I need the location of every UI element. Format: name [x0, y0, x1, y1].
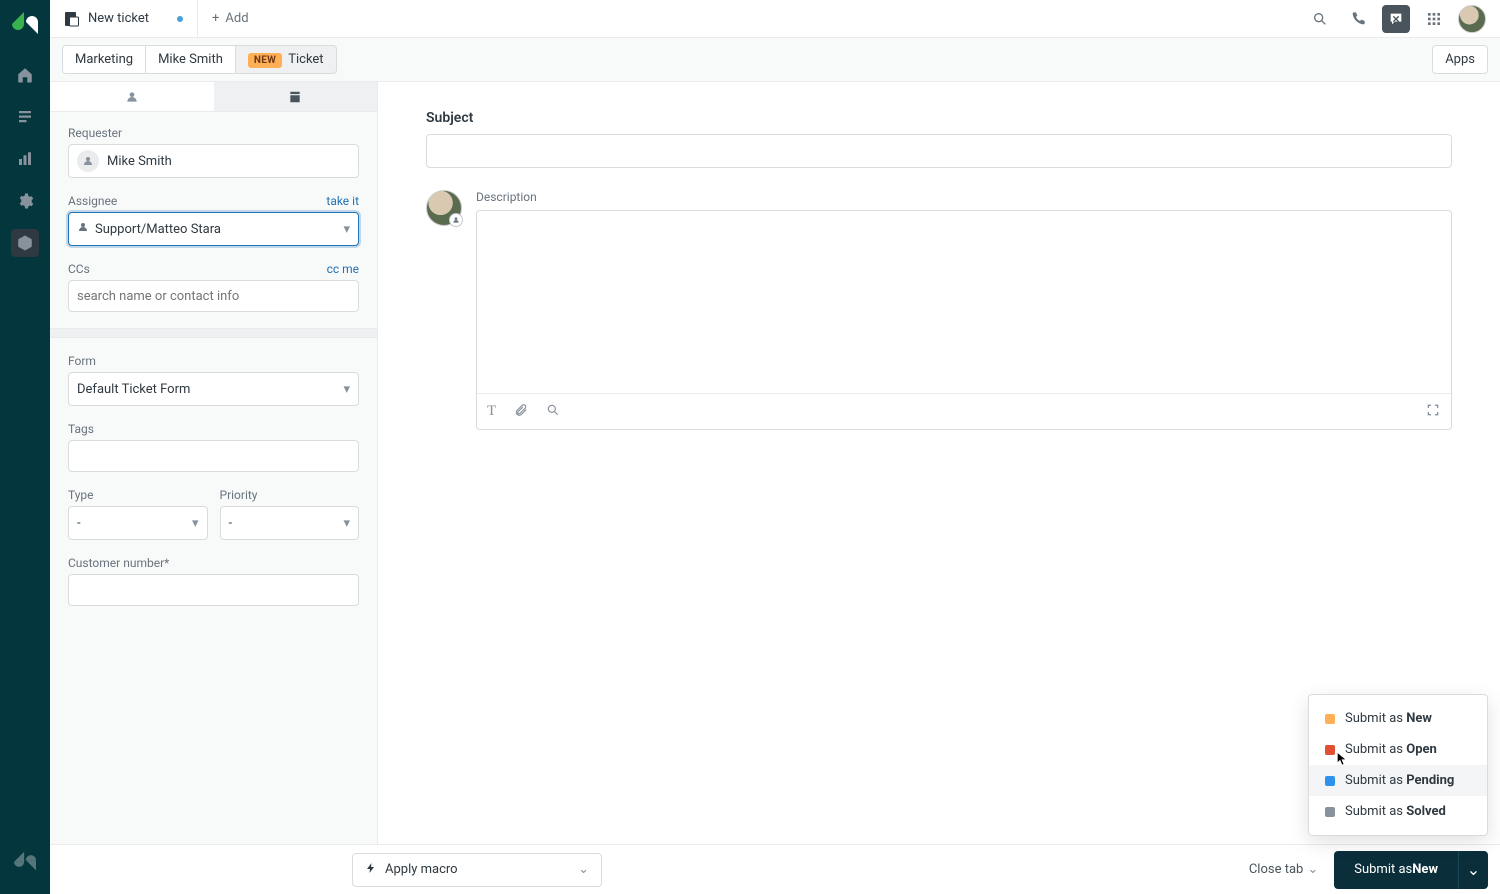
priority-select[interactable]: - ▾	[220, 506, 360, 540]
description-textarea[interactable]	[477, 211, 1451, 393]
add-tab-label: Add	[225, 11, 248, 26]
tags-input[interactable]	[68, 440, 359, 472]
breadcrumb-org[interactable]: Marketing	[62, 45, 146, 74]
chevron-down-icon: ⌄	[1467, 860, 1480, 879]
apps-panel-button[interactable]: Apps	[1432, 45, 1488, 74]
chevron-down-icon: ▾	[343, 222, 350, 237]
subject-input[interactable]	[426, 134, 1452, 168]
requester-label: Requester	[68, 126, 122, 140]
agent-avatar	[426, 190, 462, 226]
admin-icon[interactable]	[0, 180, 50, 222]
ticket-icon	[64, 11, 80, 27]
customer-number-input[interactable]	[68, 574, 359, 606]
apps-grid-button[interactable]	[1420, 5, 1448, 33]
type-select[interactable]: - ▾	[68, 506, 208, 540]
customer-number-label: Customer number*	[68, 556, 169, 570]
status-pending-icon	[1325, 776, 1335, 786]
person-icon	[77, 150, 99, 172]
new-badge: NEW	[248, 53, 282, 68]
status-open-icon	[1325, 745, 1335, 755]
bottom-bar: Apply macro ⌄ Close tab ⌄ Submit as New …	[50, 844, 1500, 894]
description-box: T	[476, 210, 1452, 430]
ccs-input[interactable]	[68, 280, 359, 312]
breadcrumb-ticket[interactable]: NEW Ticket	[236, 45, 337, 74]
home-icon[interactable]	[0, 54, 50, 96]
chevron-down-icon: ▾	[192, 516, 199, 531]
add-tab-button[interactable]: + Add	[198, 0, 263, 37]
plus-icon: +	[212, 11, 219, 26]
priority-value: -	[229, 516, 233, 531]
views-icon[interactable]	[0, 96, 50, 138]
tab-new-ticket[interactable]: New ticket	[50, 0, 198, 37]
apply-macro-label: Apply macro	[385, 862, 458, 877]
unsaved-dot-icon	[177, 16, 183, 22]
sidebar-tab-user[interactable]	[50, 82, 214, 111]
status-new-icon	[1325, 714, 1335, 724]
bolt-icon	[365, 862, 377, 878]
assignee-label: Assignee	[68, 194, 117, 208]
submit-menu: Submit as New Submit as Open Submit as P…	[1308, 694, 1488, 836]
ccs-label: CCs	[68, 262, 90, 276]
close-tab-label: Close tab	[1249, 862, 1304, 877]
description-label: Description	[476, 190, 1452, 204]
attachment-icon[interactable]	[514, 402, 528, 421]
chat-button[interactable]	[1382, 5, 1410, 33]
breadcrumb-bar: Marketing Mike Smith NEW Ticket Apps	[50, 38, 1500, 82]
priority-label: Priority	[220, 488, 258, 502]
form-value: Default Ticket Form	[77, 382, 190, 397]
subject-label: Subject	[426, 110, 1452, 126]
status-solved-icon	[1325, 807, 1335, 817]
requester-value: Mike Smith	[107, 154, 172, 169]
breadcrumb-user[interactable]: Mike Smith	[146, 45, 236, 74]
submit-as-solved[interactable]: Submit as Solved	[1309, 796, 1487, 827]
apply-macro-button[interactable]: Apply macro ⌄	[352, 853, 602, 887]
submit-button[interactable]: Submit as New	[1334, 851, 1458, 889]
ticket-sidebar: Requester Mike Smith Assignee take it	[50, 82, 378, 894]
type-label: Type	[68, 488, 94, 502]
zendesk-logo	[12, 10, 38, 36]
take-it-link[interactable]: take it	[326, 194, 359, 208]
chevron-down-icon: ⌄	[578, 862, 589, 877]
format-text-icon[interactable]: T	[487, 403, 496, 420]
tabs-bar: New ticket + Add	[50, 0, 1500, 38]
close-tab-button[interactable]: Close tab ⌄	[1249, 862, 1318, 877]
assignee-value: Support/Matteo Stara	[95, 222, 221, 237]
submit-status: New	[1412, 862, 1438, 877]
nav-rail	[0, 0, 50, 894]
search-icon[interactable]	[546, 402, 560, 421]
tags-label: Tags	[68, 422, 94, 436]
zendesk-footer-icon	[14, 850, 36, 876]
form-select[interactable]: Default Ticket Form ▾	[68, 372, 359, 406]
chevron-down-icon: ▾	[343, 516, 350, 531]
cc-me-link[interactable]: cc me	[327, 262, 359, 276]
submit-as-new[interactable]: Submit as New	[1309, 703, 1487, 734]
submit-dropdown-button[interactable]: ⌄	[1458, 851, 1488, 889]
chevron-down-icon: ⌄	[1307, 862, 1318, 877]
product-icon[interactable]	[0, 222, 50, 264]
type-value: -	[77, 516, 81, 531]
submit-prefix: Submit as	[1354, 862, 1412, 877]
requester-field[interactable]: Mike Smith	[68, 144, 359, 178]
reporting-icon[interactable]	[0, 138, 50, 180]
form-label: Form	[68, 354, 96, 368]
submit-as-pending[interactable]: Submit as Pending	[1309, 765, 1487, 796]
expand-icon[interactable]	[1425, 402, 1441, 422]
person-icon	[77, 221, 89, 237]
agent-badge-icon	[449, 213, 463, 227]
sidebar-tab-ticket[interactable]	[214, 82, 378, 111]
submit-as-open[interactable]: Submit as Open	[1309, 734, 1487, 765]
chevron-down-icon: ▾	[343, 382, 350, 397]
phone-button[interactable]	[1344, 5, 1372, 33]
breadcrumb-ticket-label: Ticket	[288, 52, 323, 67]
search-button[interactable]	[1306, 5, 1334, 33]
tab-label: New ticket	[88, 11, 149, 26]
assignee-field[interactable]: Support/Matteo Stara ▾	[68, 212, 359, 246]
profile-avatar[interactable]	[1458, 5, 1486, 33]
